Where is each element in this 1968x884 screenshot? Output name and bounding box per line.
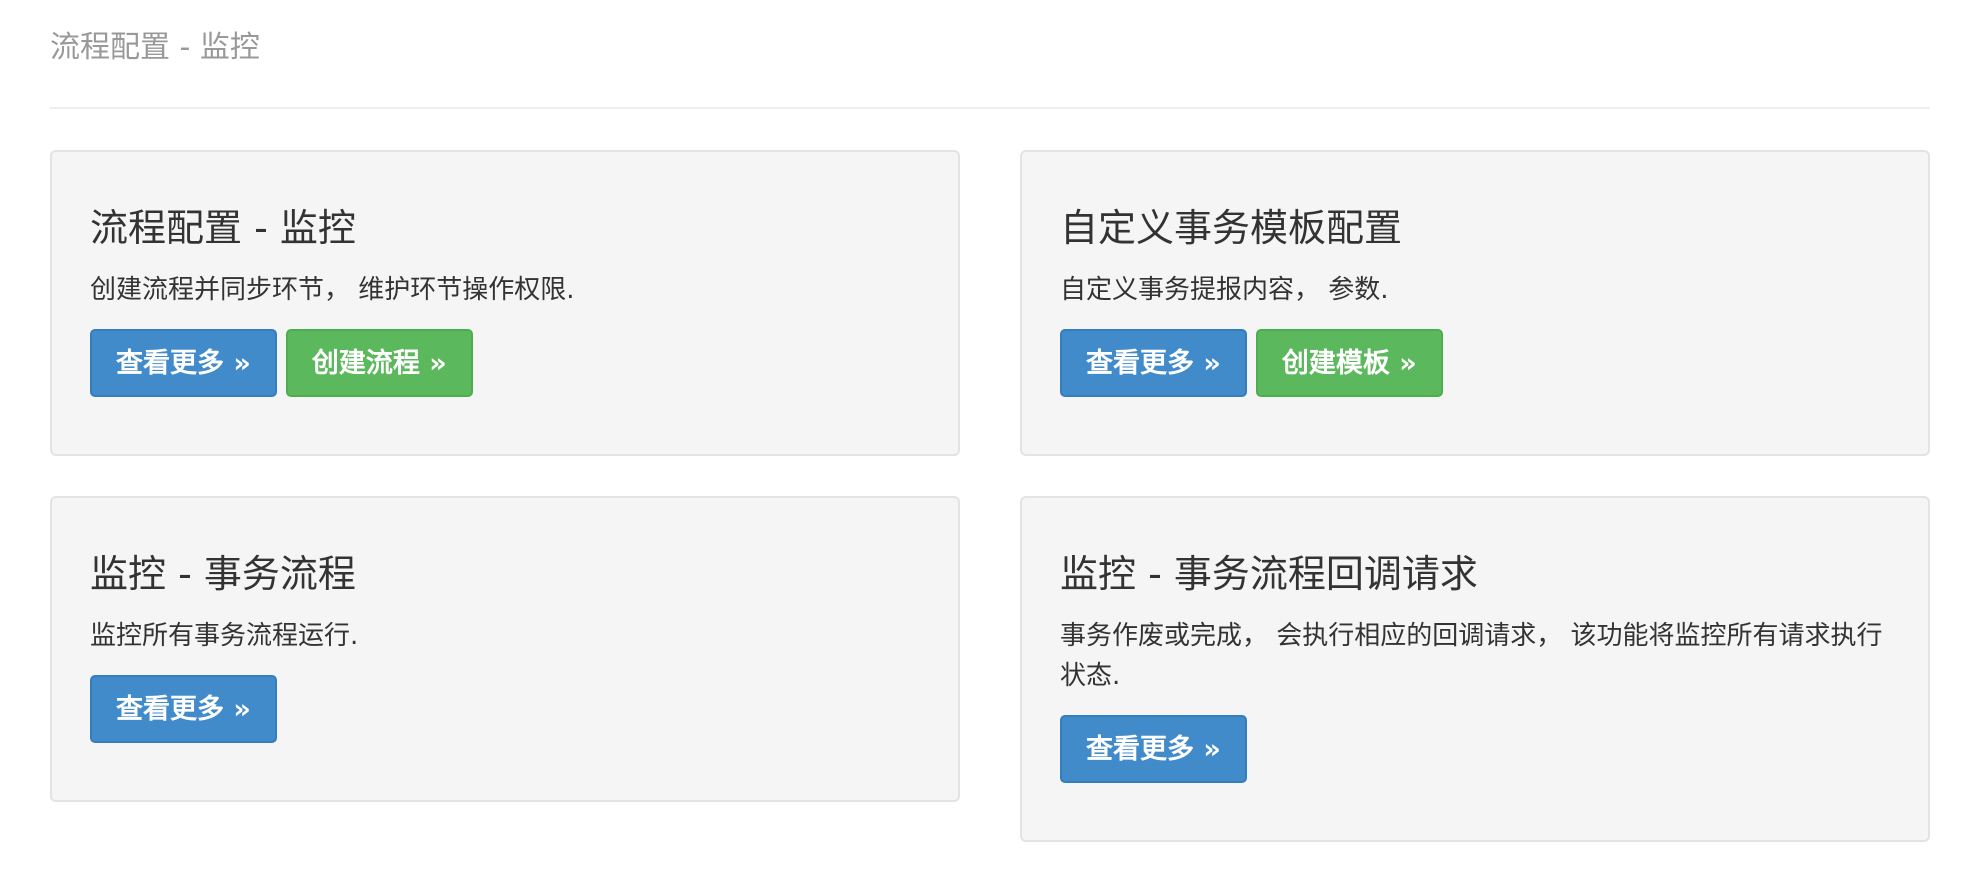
card-template-config: 自定义事务模板配置 自定义事务提报内容， 参数. 查看更多 » 创建模板 » [1020,150,1930,456]
view-more-button[interactable]: 查看更多 » [1060,715,1247,783]
page-title: 流程配置 - 监控 [50,30,260,65]
card-process-monitor: 监控 - 事务流程 监控所有事务流程运行. 查看更多 » [50,496,960,802]
card-description: 事务作废或完成， 会执行相应的回调请求， 该功能将监控所有请求执行状态. [1060,621,1883,691]
card-callback-monitor: 监控 - 事务流程回调请求 事务作废或完成， 会执行相应的回调请求， 该功能将监… [1020,496,1930,842]
card-title: 流程配置 - 监控 [90,206,356,250]
card-description: 创建流程并同步环节， 维护环节操作权限. [90,275,575,305]
card-title: 监控 - 事务流程回调请求 [1060,552,1478,596]
card-description: 自定义事务提报内容， 参数. [1060,275,1389,305]
card-process-config: 流程配置 - 监控 创建流程并同步环节， 维护环节操作权限. 查看更多 » 创建… [50,150,960,456]
page-header: 流程配置 - 监控 [50,0,1930,109]
card-actions: 查看更多 » [90,675,277,743]
card-title: 监控 - 事务流程 [90,552,356,596]
view-more-button[interactable]: 查看更多 » [90,675,277,743]
card-description: 监控所有事务流程运行. [90,621,359,651]
view-more-button[interactable]: 查看更多 » [90,329,277,397]
create-process-button[interactable]: 创建流程 » [285,329,473,397]
card-actions: 查看更多 » [1060,715,1247,783]
view-more-button[interactable]: 查看更多 » [1060,329,1247,397]
card-title: 自定义事务模板配置 [1060,206,1403,250]
card-actions: 查看更多 » 创建模板 » [1060,329,1443,397]
card-actions: 查看更多 » 创建流程 » [90,329,473,397]
create-template-button[interactable]: 创建模板 » [1255,329,1443,397]
